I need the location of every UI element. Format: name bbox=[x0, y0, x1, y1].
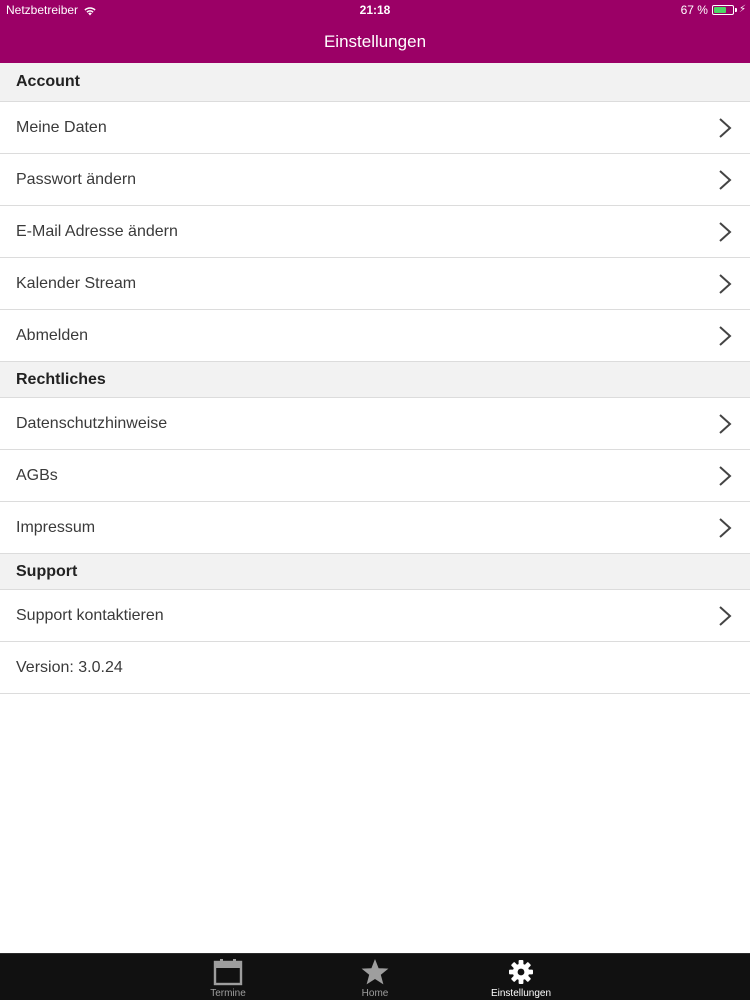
row-label: Impressum bbox=[16, 518, 96, 536]
row-email-aendern[interactable]: E-Mail Adresse ändern bbox=[0, 206, 750, 258]
section-header-support: Support bbox=[0, 554, 750, 590]
charging-bolt-icon: ⚡ bbox=[738, 4, 746, 15]
calendar-icon bbox=[213, 959, 243, 986]
row-label: Kalender Stream bbox=[16, 274, 137, 292]
chevron-right-icon bbox=[719, 465, 732, 486]
row-label: AGBs bbox=[16, 466, 58, 484]
row-label: Meine Daten bbox=[16, 118, 107, 136]
row-label: E-Mail Adresse ändern bbox=[16, 222, 178, 240]
version-label: Version: 3.0.24 bbox=[16, 658, 123, 676]
row-kalender-stream[interactable]: Kalender Stream bbox=[0, 258, 750, 310]
page-title: Einstellungen bbox=[323, 32, 427, 51]
settings-screen: Netzbetreiber 21:18 67 % ⚡ Einstellungen bbox=[0, 0, 750, 1000]
row-support-kontaktieren[interactable]: Support kontaktieren bbox=[0, 590, 750, 642]
status-bar: Netzbetreiber 21:18 67 % ⚡ bbox=[0, 0, 750, 20]
status-right: 67 % ⚡ bbox=[681, 0, 746, 20]
tab-home[interactable]: Home bbox=[320, 954, 430, 1000]
tab-label: Einstellungen bbox=[490, 988, 552, 999]
row-meine-daten[interactable]: Meine Daten bbox=[0, 102, 750, 154]
chevron-right-icon bbox=[719, 325, 732, 346]
chevron-right-icon bbox=[719, 605, 732, 626]
row-label: Abmelden bbox=[16, 326, 89, 344]
row-passwort-aendern[interactable]: Passwort ändern bbox=[0, 154, 750, 206]
app-header: Netzbetreiber 21:18 67 % ⚡ Einstellungen bbox=[0, 0, 750, 63]
row-impressum[interactable]: Impressum bbox=[0, 502, 750, 554]
chevron-right-icon bbox=[719, 413, 732, 434]
tab-label: Home bbox=[361, 988, 389, 999]
chevron-right-icon bbox=[719, 169, 732, 190]
section-header-account: Account bbox=[0, 63, 750, 102]
battery-percent: 67 % bbox=[680, 3, 708, 17]
row-datenschutzhinweise[interactable]: Datenschutzhinweise bbox=[0, 398, 750, 450]
chevron-right-icon bbox=[719, 117, 732, 138]
chevron-right-icon bbox=[719, 517, 732, 538]
row-version: Version: 3.0.24 bbox=[0, 642, 750, 694]
tab-label: Termine bbox=[210, 988, 246, 999]
row-label: Datenschutzhinweise bbox=[16, 414, 168, 432]
tab-einstellungen[interactable]: Einstellungen bbox=[466, 954, 576, 1000]
row-abmelden[interactable]: Abmelden bbox=[0, 310, 750, 362]
chevron-right-icon bbox=[719, 221, 732, 242]
row-label: Support kontaktieren bbox=[16, 606, 164, 624]
nav-bar: Einstellungen bbox=[0, 20, 750, 63]
tab-bar: Termine Home Einstellungen bbox=[0, 953, 750, 1000]
row-label: Passwort ändern bbox=[16, 170, 137, 188]
status-time: 21:18 bbox=[359, 3, 391, 17]
gear-icon bbox=[509, 960, 533, 984]
settings-list: Account Meine Daten Passwort ändern E-Ma… bbox=[0, 63, 750, 694]
row-agbs[interactable]: AGBs bbox=[0, 450, 750, 502]
battery-icon: ⚡ bbox=[711, 0, 746, 20]
section-header-rechtliches: Rechtliches bbox=[0, 362, 750, 398]
tab-termine[interactable]: Termine bbox=[173, 954, 283, 1000]
chevron-right-icon bbox=[719, 273, 732, 294]
star-icon bbox=[361, 959, 389, 985]
